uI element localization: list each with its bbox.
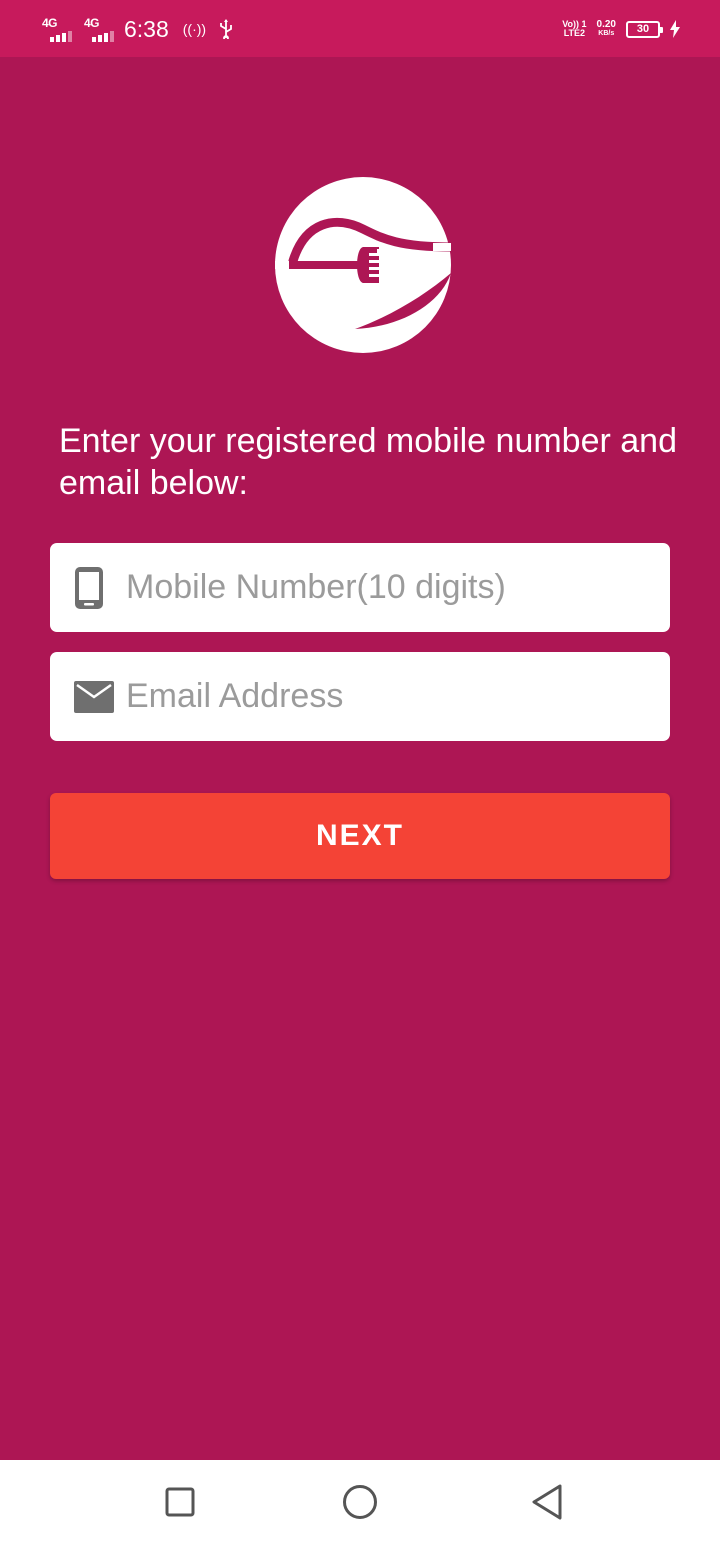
mobile-number-field[interactable]: [50, 543, 670, 632]
mobile-number-input[interactable]: [126, 543, 654, 632]
signal-icon: [50, 31, 72, 42]
battery-level: 30: [636, 22, 650, 35]
speed-value: 0.20: [596, 19, 616, 30]
speed-unit: KB/s: [598, 30, 615, 37]
recent-apps-button[interactable]: [160, 1482, 200, 1522]
instruction-text: Enter your registered mobile number and …: [59, 422, 677, 502]
recent-apps-icon: [165, 1487, 195, 1517]
navigation-bar: [0, 1460, 720, 1544]
back-button[interactable]: [527, 1482, 567, 1522]
volte-line2: LTE2: [563, 28, 586, 38]
network-speed: 0.20 KB/s: [597, 20, 616, 38]
email-input[interactable]: [126, 652, 654, 741]
back-icon: [532, 1484, 562, 1520]
charging-icon: [670, 20, 680, 38]
sim1-network-label: 4G: [42, 16, 58, 30]
status-right: Vo)) 1 LTE2 0.20 KB/s 30: [562, 14, 680, 44]
clock: 6:38: [124, 15, 169, 42]
battery-icon: 30: [626, 20, 663, 38]
sim2-network-label: 4G: [84, 16, 100, 30]
fork-plate-logo: [275, 177, 451, 353]
email-field[interactable]: [50, 652, 670, 741]
next-button[interactable]: NEXT: [50, 793, 670, 879]
volte-indicator: Vo)) 1 LTE2: [562, 20, 586, 38]
usb-icon: [220, 19, 232, 39]
phone-icon: [75, 566, 103, 609]
status-left: 4G 4G 6:38 ((·)): [40, 12, 234, 46]
hotspot-icon: ((·)): [182, 21, 207, 37]
sim1-signal: 4G: [40, 14, 76, 44]
status-bar: 4G 4G 6:38 ((·)) Vo)) 1 LTE2 0.20 KB/s 3: [0, 0, 720, 57]
home-icon: [343, 1485, 377, 1519]
mail-icon: [74, 680, 114, 713]
home-button[interactable]: [340, 1482, 380, 1522]
signal-icon: [92, 31, 114, 42]
sim2-signal: 4G: [82, 14, 118, 44]
